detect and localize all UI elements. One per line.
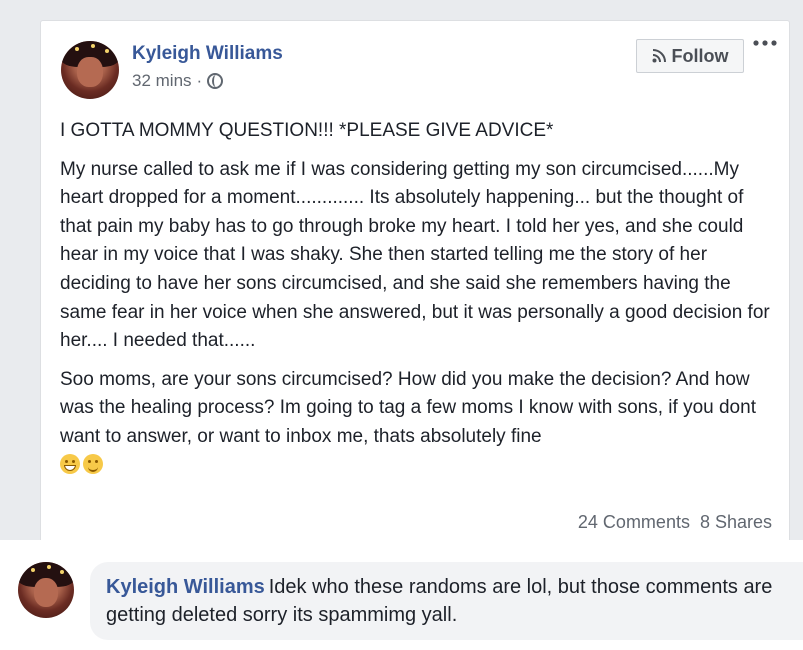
comment-author-name[interactable]: Kyleigh Williams xyxy=(106,576,265,598)
post-body: I GOTTA MOMMY QUESTION!!! *PLEASE GIVE A… xyxy=(60,117,775,480)
grinning-squinting-emoji-icon xyxy=(60,453,80,474)
post-paragraph-1: My nurse called to ask me if I was consi… xyxy=(60,158,770,352)
rss-icon xyxy=(652,49,666,63)
post-title: I GOTTA MOMMY QUESTION!!! *PLEASE GIVE A… xyxy=(60,120,554,141)
post-paragraph-2: Soo moms, are your sons circumcised? How… xyxy=(60,368,756,447)
more-options-icon[interactable] xyxy=(751,37,779,51)
follow-button[interactable]: Follow xyxy=(636,39,744,73)
smiling-emoji-icon xyxy=(83,453,103,474)
post-timestamp[interactable]: 32 mins xyxy=(132,71,192,91)
comment-bubble: Kyleigh Williams Idek who these randoms a… xyxy=(90,562,803,640)
shares-count-link[interactable]: 8 Shares xyxy=(700,512,772,533)
commenter-avatar[interactable] xyxy=(18,562,74,618)
comment-item: Kyleigh Williams Idek who these randoms a… xyxy=(0,540,803,650)
post-meta: 32 mins · xyxy=(132,71,224,91)
globe-icon[interactable] xyxy=(207,73,224,89)
post-author-name[interactable]: Kyleigh Williams xyxy=(132,43,283,65)
author-avatar[interactable] xyxy=(61,41,119,99)
post-card: Kyleigh Williams 32 mins · Follow I GOTT… xyxy=(40,20,790,550)
comments-count-link[interactable]: 24 Comments xyxy=(578,512,690,533)
meta-separator: · xyxy=(196,71,203,90)
engagement-counts: 24 Comments 8 Shares xyxy=(578,512,772,533)
emoji-row xyxy=(60,452,775,481)
follow-label: Follow xyxy=(671,45,729,66)
